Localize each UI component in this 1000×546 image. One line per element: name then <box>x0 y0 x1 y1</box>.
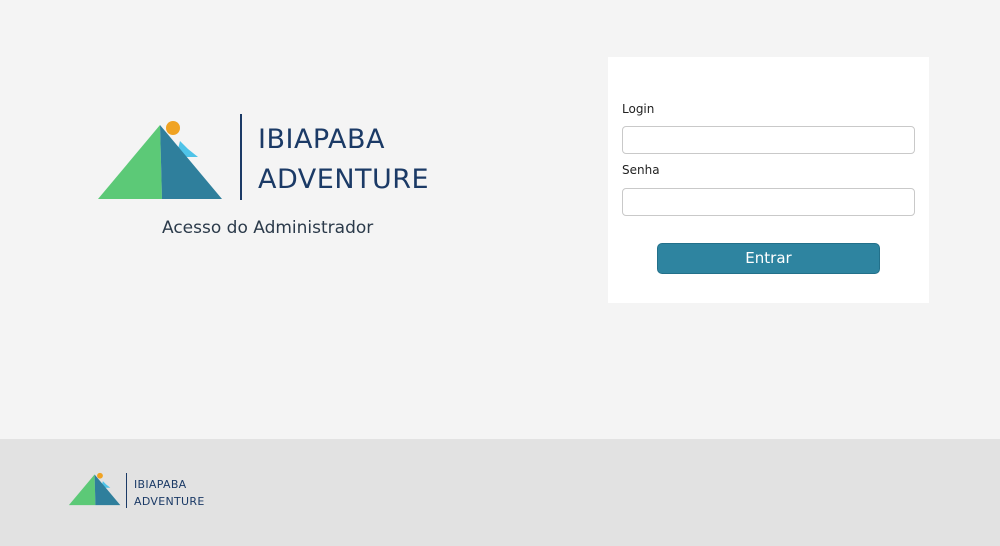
footer-brand-line2: ADVENTURE <box>134 495 205 508</box>
senha-input[interactable] <box>622 188 915 216</box>
login-label: Login <box>622 102 655 116</box>
entrar-button[interactable]: Entrar <box>657 243 880 274</box>
footer-brand-line1: IBIAPABA <box>134 478 187 491</box>
footer-mountain-sun-logo-icon <box>68 472 121 506</box>
footer-brand-lockup: IBIAPABA ADVENTURE <box>68 472 228 510</box>
brand-divider <box>240 114 242 200</box>
brand-name-line2: ADVENTURE <box>258 164 430 195</box>
brand-lockup: IBIAPABA ADVENTURE <box>98 114 438 204</box>
footer-brand-divider <box>126 473 127 508</box>
footer: IBIAPABA ADVENTURE <box>0 439 1000 546</box>
mountain-sun-logo-icon <box>98 121 222 199</box>
login-input[interactable] <box>622 126 915 154</box>
footer-brand-name: IBIAPABA ADVENTURE <box>134 476 205 510</box>
page-subtitle: Acesso do Administrador <box>162 218 374 238</box>
brand-name-line1: IBIAPABA <box>258 124 385 155</box>
brand-name: IBIAPABA ADVENTURE <box>258 120 429 200</box>
senha-label: Senha <box>622 163 660 177</box>
login-card: Login Senha Entrar <box>608 57 929 303</box>
main-area: IBIAPABA ADVENTURE Acesso do Administrad… <box>0 0 1000 439</box>
